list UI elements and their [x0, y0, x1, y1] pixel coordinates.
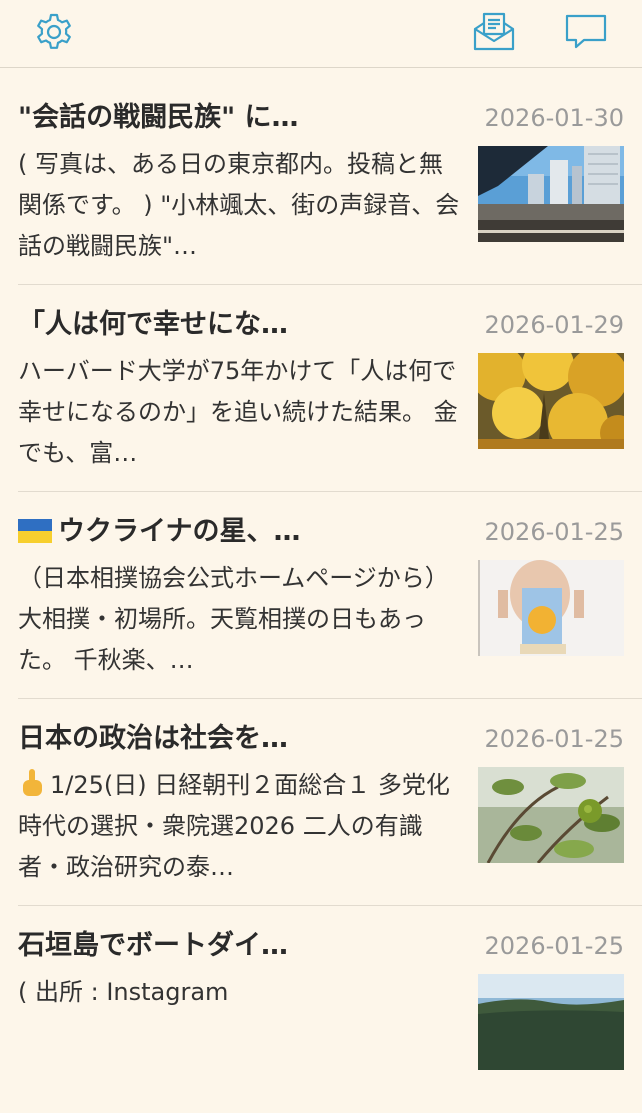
entry-excerpt: 1/25(日) 日経朝刊２面総合１ 多党化時代の選択・衆院選2026 二人の有識…	[18, 765, 466, 888]
entry-excerpt: （日本相撲協会公式ホームページから） 大相撲・初場所。天覧相撲の日もあった。 千…	[18, 564, 449, 674]
entry-excerpt-text: 1/25(日) 日経朝刊２面総合１ 多党化時代の選択・衆院選2026 二人の有識…	[18, 771, 450, 881]
entry-title-text: ウクライナの星、…	[58, 516, 301, 547]
list-item[interactable]: "会話の戦闘民族" に… 2026-01-30 ( 写真は、ある日の東京都内。投…	[18, 78, 642, 285]
entry-date: 2026-01-25	[484, 725, 624, 753]
list-item[interactable]: 石垣島でボートダイ… 2026-01-25 ( 出所 : Instagram	[18, 906, 642, 1113]
entry-title[interactable]: 石垣島でボートダイ…	[18, 928, 448, 964]
gear-icon	[37, 13, 71, 49]
entry-date: 2026-01-29	[484, 311, 624, 339]
entry-date: 2026-01-25	[484, 518, 624, 546]
ukraine-flag-icon	[18, 519, 52, 543]
entry-date: 2026-01-30	[484, 104, 624, 132]
citrus-tree-photo[interactable]	[478, 767, 624, 863]
entry-title[interactable]: 「人は何で幸せにな…	[18, 307, 448, 343]
entry-date: 2026-01-25	[484, 932, 624, 960]
sumo-wrestler-photo[interactable]	[478, 560, 624, 656]
entry-list: "会話の戦闘民族" に… 2026-01-30 ( 写真は、ある日の東京都内。投…	[0, 78, 642, 1113]
chat-bubble-icon	[565, 14, 607, 49]
list-item[interactable]: ウクライナの星、… 2026-01-25 （日本相撲協会公式ホームページから） …	[18, 492, 642, 699]
settings-button[interactable]	[28, 8, 80, 56]
list-item[interactable]: 日本の政治は社会を… 2026-01-25 1/25(日) 日経朝刊２面総合１ …	[18, 699, 642, 906]
entry-excerpt: ( 写真は、ある日の東京都内。投稿と無関係です。 ) "小林颯太、街の声録音、会…	[18, 150, 460, 260]
pointing-finger-icon	[23, 769, 42, 796]
ocean-landscape-photo[interactable]	[478, 974, 624, 1070]
mail-icon	[473, 12, 515, 51]
list-item[interactable]: 「人は何で幸せにな… 2026-01-29 ハーバード大学が75年かけて「人は何…	[18, 285, 642, 492]
entry-title[interactable]: ウクライナの星、…	[18, 514, 448, 550]
top-bar	[0, 0, 642, 68]
entry-title[interactable]: "会話の戦闘民族" に…	[18, 100, 448, 136]
city-towers-photo[interactable]	[478, 146, 624, 242]
comments-button[interactable]	[560, 8, 612, 56]
entry-excerpt: ハーバード大学が75年かけて「人は何で幸せになるのか」を追い続けた結果。 金でも…	[18, 357, 458, 467]
entry-title[interactable]: 日本の政治は社会を…	[18, 721, 448, 757]
yellow-ginkgo-photo[interactable]	[478, 353, 624, 449]
compose-button[interactable]	[468, 8, 520, 56]
entry-excerpt: ( 出所 : Instagram	[18, 978, 229, 1006]
